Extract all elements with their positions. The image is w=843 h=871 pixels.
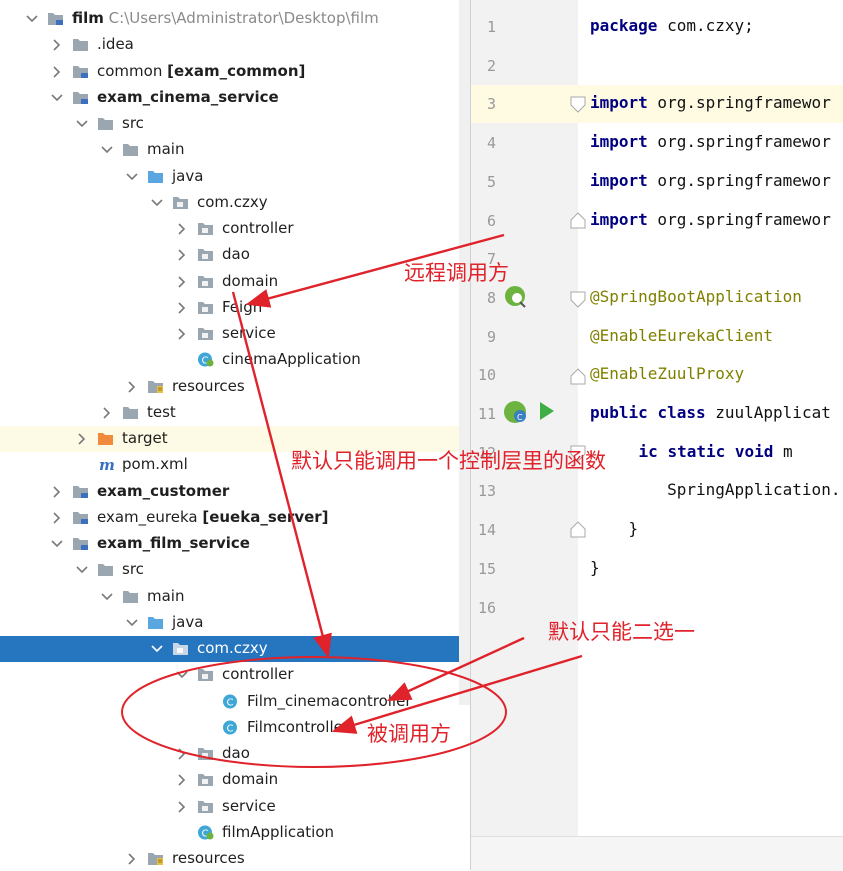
controllers-ellipse (121, 656, 507, 768)
annotation-default-choose-one: 默认只能二选一 (548, 620, 695, 644)
arrow-to-film-cinemacontroller (386, 636, 525, 702)
annotation-remote-caller: 远程调用方 (404, 261, 509, 285)
annotation-callee: 被调用方 (367, 722, 451, 746)
annotation-default-one-controller: 默认只能调用一个控制层里的函数 (291, 449, 606, 473)
